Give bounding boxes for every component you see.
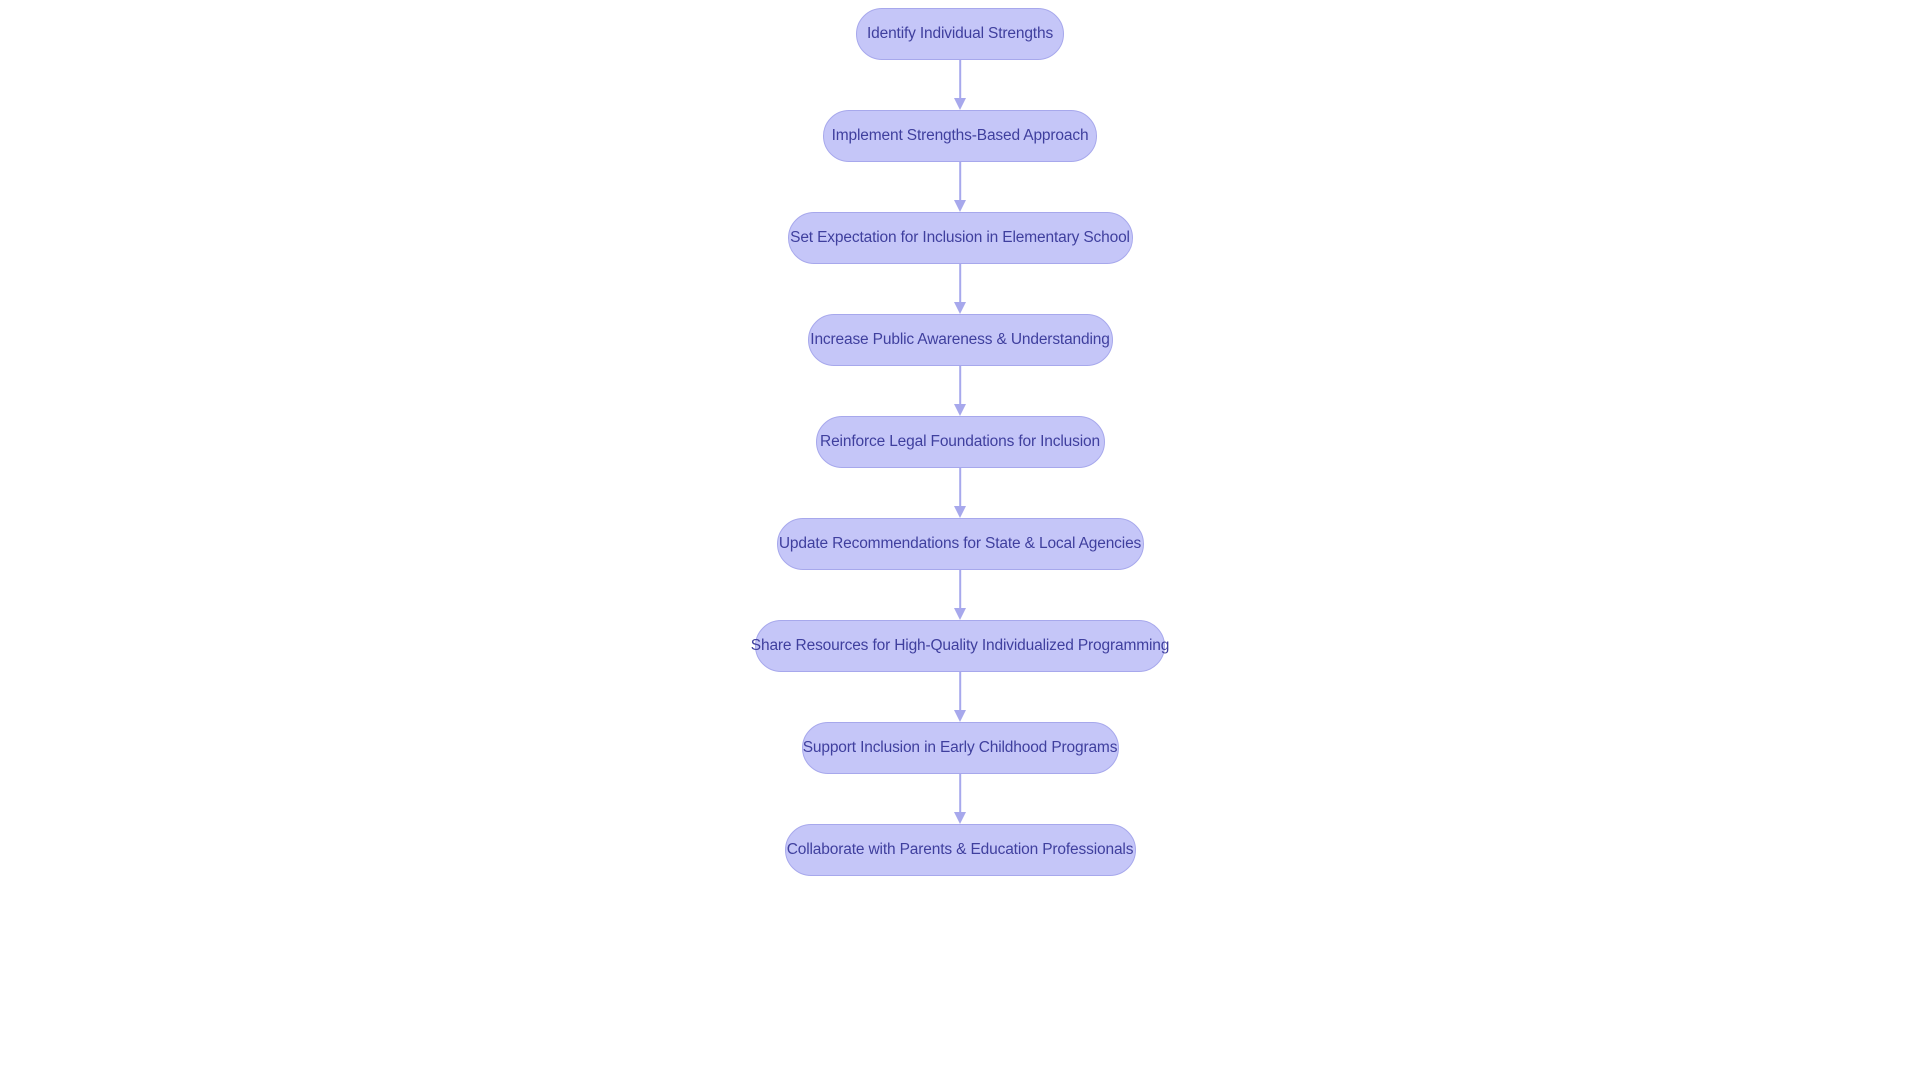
flow-node-label: Update Recommendations for State & Local… [778,535,1142,553]
arrow-head-down-icon [954,200,966,212]
flowchart-canvas: Identify Individual Strengths Implement S… [0,0,1920,1080]
arrow-head-down-icon [954,302,966,314]
arrow-head-down-icon [954,98,966,110]
flow-arrow-n6-to-n7 [950,570,970,620]
arrow-line-icon [959,60,961,99]
flow-node-label: Share Resources for High-Quality Individ… [750,637,1170,655]
arrow-line-icon [959,162,961,201]
flowchart-node-chain: Identify Individual Strengths Implement S… [0,8,1920,876]
flow-node-label: Reinforce Legal Foundations for Inclusio… [820,433,1100,451]
arrow-line-icon [959,468,961,507]
arrow-line-icon [959,672,961,711]
flow-node-n7[interactable]: Share Resources for High-Quality Individ… [751,620,1169,672]
flow-node-n5[interactable]: Reinforce Legal Foundations for Inclusio… [815,416,1105,468]
flow-node-label: Support Inclusion in Early Childhood Pro… [802,739,1118,757]
flow-node-label: Set Expectation for Inclusion in Element… [790,229,1130,247]
flow-arrow-n7-to-n8 [950,672,970,722]
flow-arrow-n5-to-n6 [950,468,970,518]
arrow-line-icon [959,570,961,609]
flow-arrow-n8-to-n9 [950,774,970,824]
flow-node-n4[interactable]: Increase Public Awareness & Understandin… [807,314,1113,366]
flow-node-label: Implement Strengths-Based Approach [831,127,1089,145]
flow-arrow-n3-to-n4 [950,264,970,314]
arrow-head-down-icon [954,812,966,824]
arrow-line-icon [959,366,961,405]
flow-node-label: Collaborate with Parents & Education Pro… [786,841,1134,859]
arrow-line-icon [959,264,961,303]
arrow-head-down-icon [954,404,966,416]
flow-node-n6[interactable]: Update Recommendations for State & Local… [776,518,1144,570]
arrow-line-icon [959,774,961,813]
arrow-head-down-icon [954,608,966,620]
flow-node-n9[interactable]: Collaborate with Parents & Education Pro… [784,824,1136,876]
flow-arrow-n4-to-n5 [950,366,970,416]
flow-node-n8[interactable]: Support Inclusion in Early Childhood Pro… [801,722,1119,774]
flow-node-label: Increase Public Awareness & Understandin… [810,331,1110,349]
flow-node-n3[interactable]: Set Expectation for Inclusion in Element… [787,212,1133,264]
flow-arrow-n2-to-n3 [950,162,970,212]
flow-node-n2[interactable]: Implement Strengths-Based Approach [823,110,1097,162]
arrow-head-down-icon [954,710,966,722]
flow-node-n1[interactable]: Identify Individual Strengths [856,8,1064,60]
arrow-head-down-icon [954,506,966,518]
flow-arrow-n1-to-n2 [950,60,970,110]
flow-node-label: Identify Individual Strengths [866,25,1054,43]
